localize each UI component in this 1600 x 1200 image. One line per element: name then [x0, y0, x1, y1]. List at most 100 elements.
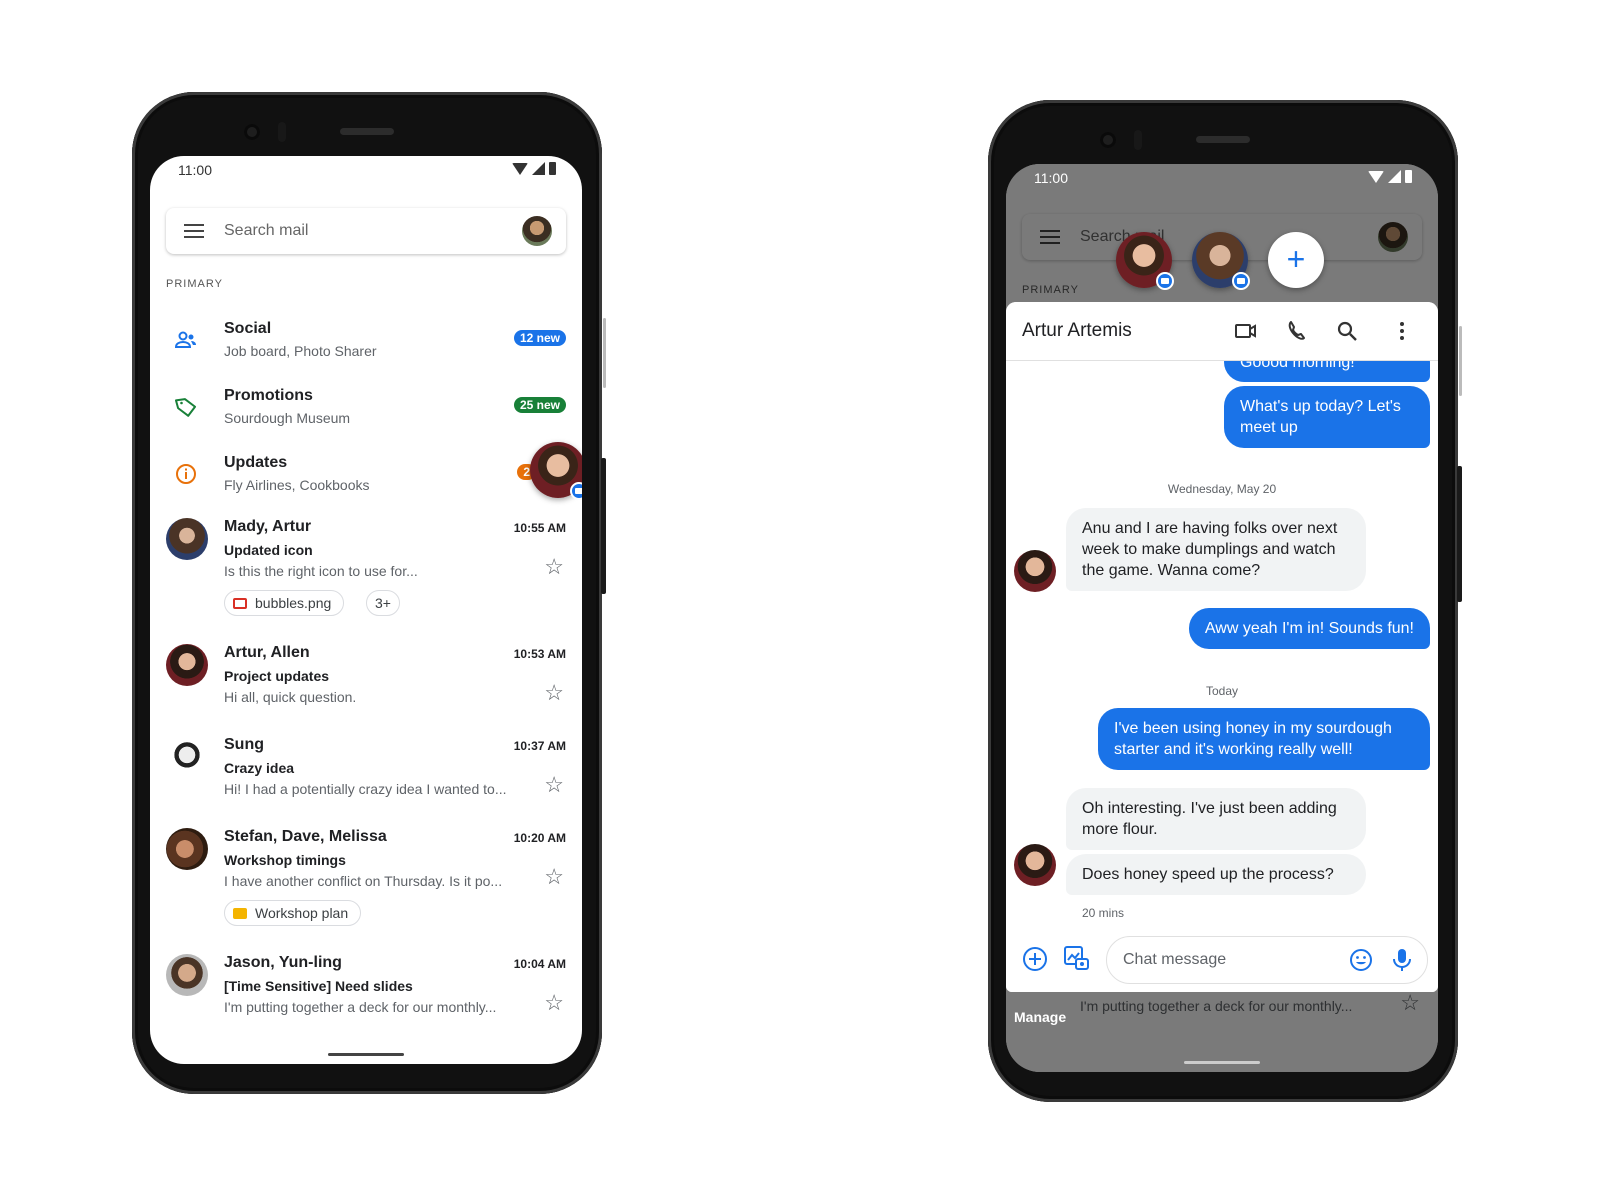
plus-icon: +: [1286, 241, 1306, 277]
volume-button: [603, 318, 606, 388]
wifi-icon: [1368, 170, 1384, 183]
microphone-icon[interactable]: [1391, 947, 1413, 973]
chat-panel: Artur Artemis Goood morning! What's up t…: [1006, 302, 1438, 992]
power-button: [601, 458, 606, 594]
email-subject: Updated icon: [224, 542, 313, 558]
attachment-name: bubbles.png: [255, 595, 332, 611]
category-title: Updates: [224, 454, 288, 471]
sender-avatar: [166, 828, 208, 870]
category-subtitle: Job board, Photo Sharer: [224, 343, 377, 359]
front-camera: [1100, 132, 1116, 148]
phone-call-icon[interactable]: [1286, 320, 1310, 342]
sender-avatar: [166, 644, 208, 686]
search-icon[interactable]: [1336, 320, 1360, 342]
email-time: 10:37 AM: [513, 739, 566, 753]
sender-avatar: [166, 736, 208, 778]
tag-icon: [174, 398, 197, 417]
manage-bubbles-label[interactable]: Manage: [1014, 1009, 1066, 1025]
chat-bubble-artur[interactable]: [1116, 232, 1174, 290]
more-count: 3+: [375, 595, 391, 611]
message-outgoing: I've been using honey in my sourdough st…: [1098, 708, 1430, 770]
contact-name: Artur Artemis: [1022, 320, 1132, 341]
message-incoming: Anu and I are having folks over next wee…: [1066, 508, 1366, 591]
message-incoming: Oh interesting. I've just been adding mo…: [1066, 788, 1366, 850]
more-attachments-chip[interactable]: 3+: [366, 590, 400, 616]
email-sender: Stefan, Dave, Melissa: [224, 828, 387, 845]
category-subtitle: Sourdough Museum: [224, 410, 351, 426]
image-file-icon: [233, 597, 247, 609]
chat-bubble-mady[interactable]: [1192, 232, 1250, 290]
category-title: Promotions: [224, 387, 313, 404]
more-options-icon[interactable]: [1390, 320, 1414, 342]
account-avatar[interactable]: [522, 216, 552, 246]
chat-input-placeholder: Chat message: [1123, 951, 1227, 968]
email-row[interactable]: Artur, Allen 10:53 AM Project updates Hi…: [150, 644, 582, 724]
power-button: [1457, 466, 1462, 602]
email-sender: Jason, Yun-ling: [224, 954, 342, 971]
info-icon: [176, 464, 196, 484]
email-time: 10:04 AM: [513, 957, 566, 971]
email-subject: [Time Sensitive] Need slides: [224, 978, 413, 994]
email-row[interactable]: Sung 10:37 AM Crazy idea Hi! I had a pot…: [150, 736, 582, 816]
new-count-badge: 12 new: [513, 330, 566, 346]
volume-button: [1459, 326, 1462, 396]
video-call-icon[interactable]: [1234, 320, 1258, 342]
star-icon[interactable]: ☆: [544, 774, 564, 796]
star-icon[interactable]: ☆: [544, 992, 564, 1014]
attachment-chip[interactable]: bubbles.png: [224, 590, 345, 616]
contact-avatar: [1014, 550, 1056, 592]
gallery-camera-icon[interactable]: [1062, 944, 1090, 972]
gesture-home-bar[interactable]: [328, 1053, 404, 1056]
chat-message-input[interactable]: Chat message: [1106, 936, 1428, 984]
sensor: [278, 122, 286, 142]
attachment-chip[interactable]: Workshop plan: [224, 900, 362, 926]
new-count-badge: 25 new: [513, 397, 566, 413]
slides-file-icon: [233, 907, 247, 919]
status-bar: 11:00: [178, 162, 556, 182]
email-sender: Mady, Artur: [224, 518, 312, 535]
email-sender: Artur, Allen: [224, 644, 310, 661]
hamburger-menu-icon[interactable]: [184, 224, 204, 238]
category-social[interactable]: Social Job board, Photo Sharer 12 new: [150, 316, 582, 376]
signal-icon: [532, 162, 545, 175]
email-subject: Project updates: [224, 668, 330, 684]
search-bar[interactable]: Search mail: [166, 208, 566, 254]
email-snippet: I'm putting together a deck for our mont…: [224, 999, 497, 1015]
section-label: PRIMARY: [166, 278, 223, 290]
add-attachment-icon[interactable]: [1022, 946, 1048, 972]
email-row[interactable]: Mady, Artur 10:55 AM Updated icon Is thi…: [150, 518, 582, 630]
emoji-icon[interactable]: [1349, 948, 1373, 972]
status-bar: 11:00: [1034, 170, 1412, 190]
email-row[interactable]: Jason, Yun-ling 10:04 AM [Time Sensitive…: [150, 954, 582, 1034]
email-row[interactable]: Stefan, Dave, Melissa 10:20 AM Workshop …: [150, 828, 582, 940]
battery-icon: [1405, 170, 1412, 183]
new-bubble-button[interactable]: +: [1268, 232, 1324, 288]
message-timestamp: 20 mins: [1082, 906, 1125, 920]
chat-header: Artur Artemis: [1006, 302, 1438, 361]
chat-badge-icon: [570, 482, 582, 500]
star-icon[interactable]: ☆: [544, 866, 564, 888]
right-screen: 11:00 Search mail PRIMARY [Time Sensitiv…: [1006, 164, 1438, 1072]
email-snippet: Hi all, quick question.: [224, 689, 357, 705]
star-icon[interactable]: ☆: [544, 556, 564, 578]
battery-icon: [549, 162, 556, 175]
search-input[interactable]: Search mail: [224, 222, 308, 240]
chat-bubble-head[interactable]: [530, 442, 582, 500]
contact-avatar: [1014, 844, 1056, 886]
category-updates[interactable]: Updates Fly Airlines, Cookbooks 2: [150, 450, 582, 510]
email-subject: Workshop timings: [224, 852, 346, 868]
gesture-home-bar[interactable]: [1184, 1061, 1260, 1064]
left-phone: 11:00 Search mail PRIMARY Social Job boa…: [132, 92, 606, 1094]
email-snippet: Is this the right icon to use for...: [224, 563, 418, 579]
message-outgoing: Aww yeah I'm in! Sounds fun!: [1188, 608, 1430, 649]
email-snippet: I have another conflict on Thursday. Is …: [224, 873, 503, 889]
status-time: 11:00: [178, 162, 212, 178]
star-icon[interactable]: ☆: [544, 682, 564, 704]
category-promotions[interactable]: Promotions Sourdough Museum 25 new: [150, 383, 582, 443]
email-subject: Crazy idea: [224, 760, 295, 776]
chat-badge-icon: [1156, 272, 1174, 290]
message-incoming: Does honey speed up the process?: [1066, 854, 1366, 895]
people-icon: [174, 331, 196, 348]
email-snippet: Hi! I had a potentially crazy idea I wan…: [224, 781, 507, 797]
front-camera: [244, 124, 260, 140]
